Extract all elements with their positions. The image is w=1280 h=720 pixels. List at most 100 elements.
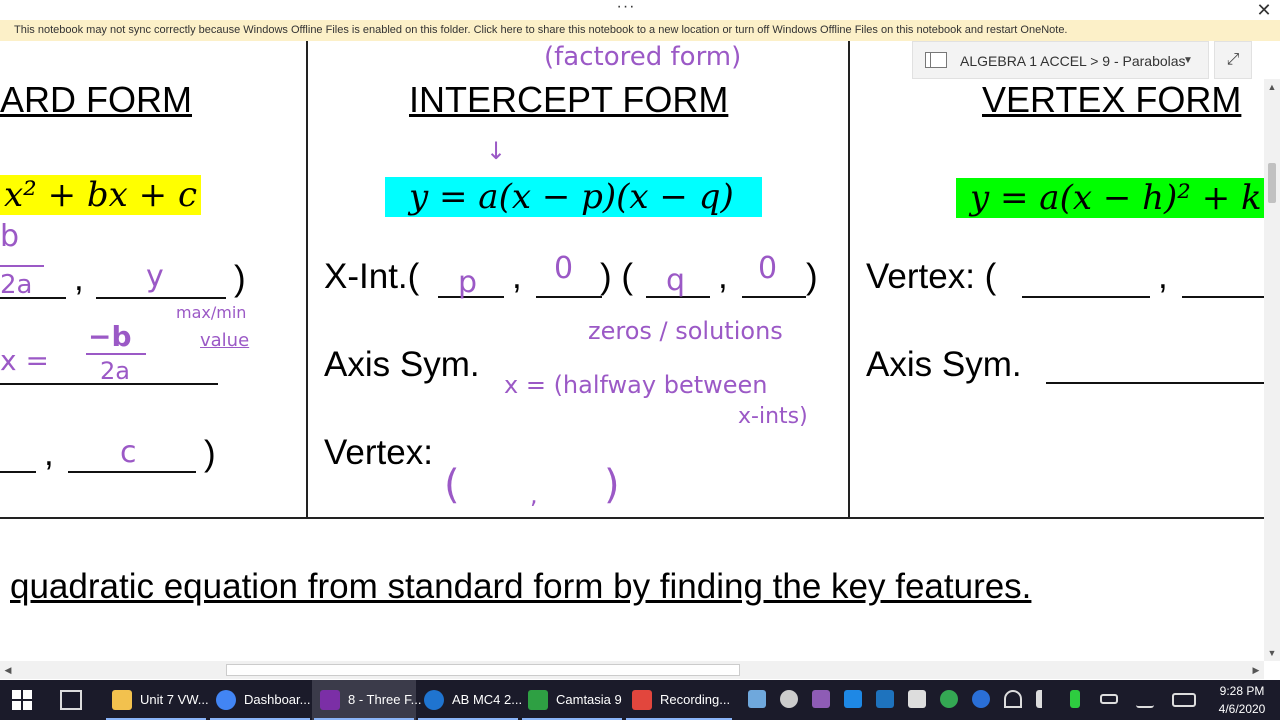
hw-fraction-bar (86, 353, 146, 355)
task-view-icon[interactable] (60, 690, 82, 710)
blank-line (1022, 296, 1150, 298)
battery-status-icon[interactable] (1100, 694, 1118, 704)
volume-icon[interactable] (1036, 690, 1054, 708)
hw-x-ints: x-ints) (738, 404, 808, 429)
hw-arrow: ↓ (486, 137, 507, 165)
keyboard-icon[interactable] (1172, 693, 1196, 707)
chevron-down-icon[interactable]: ▼ (1183, 42, 1193, 80)
clock-date: 4/6/2020 (1218, 702, 1266, 716)
paren-mid: ) ( (600, 257, 634, 296)
expand-icon[interactable]: ⤢ (1214, 41, 1252, 79)
hw-zeros-solutions: zeros / solutions (588, 317, 783, 345)
tray-app-icon[interactable] (748, 690, 766, 708)
comma: , (512, 257, 522, 296)
tray-app-icon[interactable] (844, 690, 862, 708)
blank-line (0, 471, 36, 473)
tray-app-icon[interactable] (812, 690, 830, 708)
taskbar-item-edge[interactable]: AB MC4 2... (416, 680, 522, 720)
window-top-bar: ··· ✕ (0, 0, 1280, 20)
note-page: ARD FORM x² + bx + c b 2a , y ) max/min … (0, 41, 1264, 661)
hw-paren-comma: , (530, 481, 538, 509)
paren-close: ) (806, 257, 818, 296)
wifi-icon[interactable] (1004, 690, 1022, 708)
scroll-thumb[interactable] (1268, 163, 1276, 203)
comma: , (718, 257, 728, 296)
intercept-form-equation: y = a(x − p)(x − q) (385, 177, 762, 217)
taskbar-item-onenote[interactable]: 8 - Three F... (312, 680, 421, 720)
hw-zero: 0 (554, 251, 574, 286)
breadcrumb-text: ALGEBRA 1 ACCEL > 9 - Parabolas (960, 53, 1186, 69)
taskbar-item-recording[interactable]: Recording... (624, 680, 734, 720)
instruction-text: quadratic equation from standard form by… (10, 567, 1032, 606)
standard-form-equation: x² + bx + c (0, 175, 201, 215)
notebook-breadcrumb[interactable]: ALGEBRA 1 ACCEL > 9 - Parabolas ▼ (912, 41, 1209, 79)
blank-line (0, 297, 66, 299)
sync-icon[interactable] (940, 690, 958, 708)
folder-icon (112, 690, 132, 710)
hw-x-equals: x = (0, 344, 49, 377)
more-options-icon[interactable]: ··· (612, 0, 640, 18)
paren-close: ) (234, 259, 246, 298)
hw-fraction-bar (0, 265, 44, 267)
hw-paren-close: ) (604, 462, 620, 508)
edge-icon (424, 690, 444, 710)
scroll-thumb[interactable] (226, 664, 740, 676)
hw-c: c (120, 435, 137, 470)
blank-line (1046, 382, 1264, 384)
x-intercept-label: X-Int.( (324, 257, 420, 296)
scroll-down-icon[interactable]: ▼ (1264, 645, 1280, 661)
hw-q: q (666, 263, 686, 298)
vertex-label: Vertex: (324, 433, 433, 472)
vertex-form-equation: y = a(x − h)² + k (956, 178, 1264, 218)
comma: , (74, 259, 84, 298)
axis-symmetry-label: Axis Sym. (866, 345, 1022, 384)
blank-line (742, 296, 806, 298)
taskbar-item-explorer[interactable]: Unit 7 VW... (104, 680, 209, 720)
recording-icon (632, 690, 652, 710)
horizontal-scrollbar[interactable]: ◀ ▶ (0, 661, 1264, 679)
notebook-icon (925, 52, 947, 68)
tray-app-icon[interactable] (780, 690, 798, 708)
standard-form-heading: ARD FORM (0, 79, 192, 120)
hw-2a: 2a (0, 270, 33, 300)
clock-time: 9:28 PM (1219, 684, 1265, 698)
vertex-point-label: Vertex: ( (866, 257, 997, 296)
bluetooth-icon[interactable] (972, 690, 990, 708)
intercept-form-heading: INTERCEPT FORM (409, 79, 729, 120)
onenote-icon (320, 690, 340, 710)
shield-icon[interactable] (908, 690, 926, 708)
table-bottom-border (0, 517, 1264, 519)
column-divider (306, 41, 308, 518)
paren-close: ) (204, 434, 216, 473)
skype-icon[interactable] (876, 690, 894, 708)
taskbar-item-chrome[interactable]: Dashboar... (208, 680, 312, 720)
column-divider (848, 41, 850, 518)
hw-factored-form: (factored form) (544, 42, 742, 72)
sync-warning-banner[interactable]: This notebook may not sync correctly bec… (0, 20, 1280, 41)
comma: , (1158, 257, 1168, 296)
scroll-left-icon[interactable]: ◀ (0, 661, 16, 679)
hw-zero: 0 (758, 251, 778, 286)
pen-icon[interactable] (1136, 690, 1154, 708)
hw-y: y (146, 259, 164, 294)
battery-icon[interactable] (1070, 690, 1080, 708)
blank-line (1182, 296, 1264, 298)
chrome-icon (216, 690, 236, 710)
blank-line (0, 383, 218, 385)
system-clock[interactable]: 9:28 PM 4/6/2020 (1204, 682, 1280, 718)
hw-value: value (200, 330, 250, 351)
hw-axis-note: x = (halfway between (504, 371, 768, 399)
windows-taskbar: Unit 7 VW... Dashboar... 8 - Three F... … (0, 680, 1280, 720)
hw-2a: 2a (100, 357, 130, 385)
vertical-scrollbar[interactable]: ▲ ▼ (1264, 79, 1280, 661)
scroll-right-icon[interactable]: ▶ (1248, 661, 1264, 679)
scroll-up-icon[interactable]: ▲ (1264, 79, 1280, 95)
taskbar-item-camtasia[interactable]: Camtasia 9 (520, 680, 624, 720)
axis-symmetry-label: Axis Sym. (324, 345, 480, 384)
hw-max-min: max/min (176, 303, 247, 322)
blank-line (536, 296, 602, 298)
hw-paren-open: ( (444, 462, 460, 508)
blank-line (68, 471, 196, 473)
close-icon[interactable]: ✕ (1252, 0, 1276, 20)
windows-start-icon[interactable] (12, 690, 32, 710)
